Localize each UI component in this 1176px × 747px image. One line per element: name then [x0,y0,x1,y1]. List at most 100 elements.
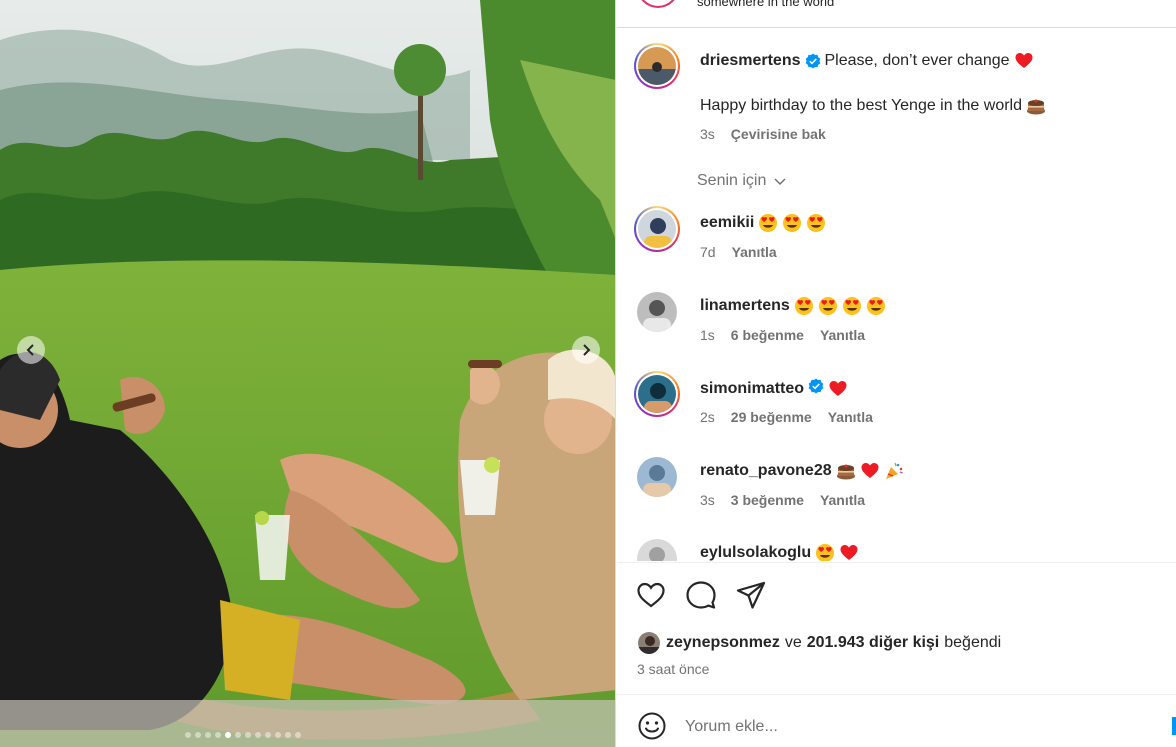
carousel-dot [255,732,261,738]
avatar[interactable] [634,536,680,561]
caption-time[interactable]: 3s [700,126,715,142]
carousel-dot [295,732,301,738]
avatar[interactable] [634,289,680,335]
heart-eyes-emoji [818,296,838,316]
previous-image-button[interactable] [17,336,45,364]
avatar-photo [638,47,676,85]
heart-icon [637,582,665,608]
comment-line: eemikii [700,213,826,233]
comments-list[interactable]: driesmertens Please, don’t ever change H… [617,29,1176,561]
comment-like-count[interactable]: 3 beğenme [731,492,804,508]
post-timestamp[interactable]: 3 saat önce [637,661,709,677]
comment-username[interactable]: renato_pavone28 [700,462,832,480]
red-heart-emoji [839,543,859,561]
heart-eyes-emoji [782,213,802,233]
carousel-dot [215,732,221,738]
heart-eyes-emoji [806,213,826,233]
post-sidebar: somewhere in the world driesmertens Plea… [617,0,1176,747]
caption-meta: 3s Çevirisine bak [700,126,826,142]
avatar-photo [637,292,677,332]
heart-eyes-emoji [758,213,778,233]
avatar[interactable] [634,371,680,417]
comment-input[interactable] [685,709,1155,745]
likes-count[interactable]: 201.943 diğer kişi [807,634,940,652]
post-photo [0,0,616,747]
liker-avatar [637,631,661,655]
carousel-dot [245,732,251,738]
comment-meta: 3s 3 beğenme Yanıtla [700,492,865,508]
comment-meta: 1s 6 beğenme Yanıtla [700,327,865,343]
comment-time[interactable]: 3s [700,492,715,508]
party-popper-emoji [884,461,904,481]
red-heart-emoji [860,461,880,481]
comment-like-count[interactable]: 29 beğenme [731,409,812,425]
add-comment-bar [617,694,1176,747]
comment-username[interactable]: simonimatteo [700,380,804,398]
likes-summary[interactable]: zeynepsonmez ve 201.943 diğer kişi beğen… [637,631,1001,655]
avatar-photo [638,210,676,248]
heart-eyes-emoji [794,296,814,316]
carousel-dot [265,732,271,738]
share-button[interactable] [735,579,767,611]
avatar[interactable] [634,43,680,89]
red-heart-emoji [828,379,848,399]
chevron-right-icon [583,344,591,356]
comment-like-count[interactable]: 6 beğenme [731,327,804,343]
cake-emoji [1026,96,1046,116]
avatar-photo [637,457,677,497]
comment-filter-dropdown[interactable]: Senin için [697,172,788,190]
reply-link[interactable]: Yanıtla [732,244,777,260]
reply-link[interactable]: Yanıtla [820,327,865,343]
carousel-dot [285,732,291,738]
comment-username[interactable]: linamertens [700,297,790,315]
heart-eyes-emoji [866,296,886,316]
carousel-dot [225,732,231,738]
comment-bubble-icon [686,581,716,609]
carousel-dot [185,732,191,738]
post-header: somewhere in the world [617,0,1176,28]
carousel-dot [235,732,241,738]
comment-time[interactable]: 2s [700,409,715,425]
carousel-indicator [185,732,301,738]
carousel-dot [275,732,281,738]
emoji-picker-button[interactable] [637,711,667,741]
post-actions: zeynepsonmez ve 201.943 diğer kişi beğen… [617,562,1176,694]
comment-line: simonimatteo [700,378,848,399]
carousel-dot [195,732,201,738]
translate-link[interactable]: Çevirisine bak [731,126,826,142]
comment-button[interactable] [685,579,717,611]
avatar-photo [637,539,677,561]
reply-link[interactable]: Yanıtla [828,409,873,425]
heart-eyes-emoji [815,543,835,561]
pane-divider [615,0,616,747]
post-image[interactable] [0,0,616,747]
caption-text-line2: Happy birthday to the best Yenge in the … [700,97,1022,114]
avatar[interactable] [634,206,680,252]
caption-line-2: Happy birthday to the best Yenge in the … [700,96,1046,116]
avatar[interactable] [634,454,680,500]
post-button-edge[interactable] [1172,717,1176,735]
comment-meta: 2s 29 beğenme Yanıtla [700,409,873,425]
comment-time[interactable]: 1s [700,327,715,343]
author-avatar[interactable] [637,0,679,8]
likes-suffix: beğendi [944,634,1002,651]
like-button[interactable] [635,579,667,611]
comment-line: linamertens [700,296,886,316]
reply-link[interactable]: Yanıtla [820,492,865,508]
paper-plane-icon [736,581,766,609]
comment-username[interactable]: eylulsolakoglu [700,544,811,561]
chevron-down-icon [774,178,786,186]
comment-username[interactable]: eemikii [700,214,754,232]
caption-username[interactable]: driesmertens [700,52,801,70]
comment-time[interactable]: 7d [700,244,716,260]
comment-meta: 7d Yanıtla [700,244,777,260]
post-location[interactable]: somewhere in the world [697,0,834,9]
verified-badge-icon [808,378,824,399]
comment-line: renato_pavone28 [700,461,904,481]
liker-username[interactable]: zeynepsonmez [666,634,780,652]
carousel-dot [205,732,211,738]
caption-line: driesmertens Please, don’t ever change [700,51,1034,71]
verified-badge-icon [805,53,820,69]
chevron-left-icon [26,344,34,356]
next-image-button[interactable] [572,336,600,364]
